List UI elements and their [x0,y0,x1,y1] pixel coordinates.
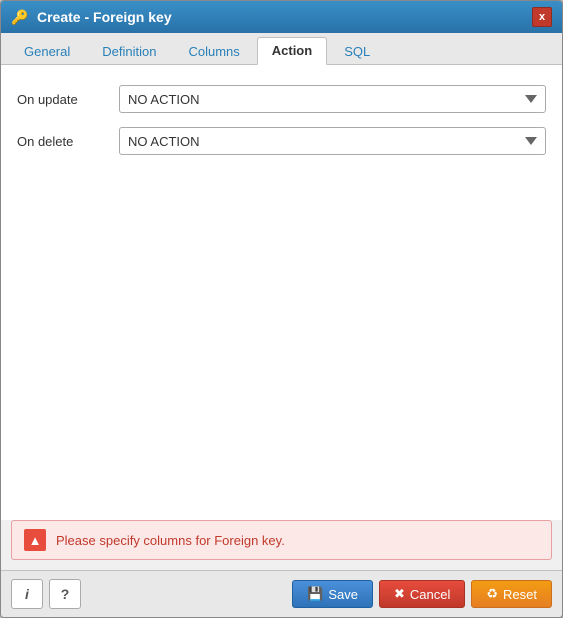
tab-columns[interactable]: Columns [173,38,254,64]
alert-message: Please specify columns for Foreign key. [56,533,285,548]
footer-right: 💾 Save ✖ Cancel ♻ Reset [292,580,552,608]
tab-definition[interactable]: Definition [87,38,171,64]
title-bar-left: 🔑 Create - Foreign key [11,8,172,26]
alert-bar: ▲ Please specify columns for Foreign key… [11,520,552,560]
save-button[interactable]: 💾 Save [292,580,373,608]
key-icon: 🔑 [11,8,29,26]
cancel-label: Cancel [410,587,450,602]
tab-sql[interactable]: SQL [329,38,385,64]
on-update-label: On update [17,92,107,107]
reset-label: Reset [503,587,537,602]
reset-icon: ♻ [486,586,498,602]
on-delete-select[interactable]: NO ACTION RESTRICT CASCADE SET NULL SET … [119,127,546,155]
help-button[interactable]: ? [49,579,81,609]
cancel-button[interactable]: ✖ Cancel [379,580,465,608]
cancel-icon: ✖ [394,586,405,602]
reset-button[interactable]: ♻ Reset [471,580,552,608]
close-button[interactable]: x [532,7,552,27]
on-update-row: On update NO ACTION RESTRICT CASCADE SET… [17,85,546,113]
tab-action[interactable]: Action [257,37,327,65]
on-delete-row: On delete NO ACTION RESTRICT CASCADE SET… [17,127,546,155]
footer-left: i ? [11,579,81,609]
footer: i ? 💾 Save ✖ Cancel ♻ Reset [1,570,562,617]
dialog-window: 🔑 Create - Foreign key x General Definit… [0,0,563,618]
save-label: Save [328,587,358,602]
info-button[interactable]: i [11,579,43,609]
window-title: Create - Foreign key [37,9,172,25]
tabs-bar: General Definition Columns Action SQL [1,33,562,65]
alert-icon: ▲ [24,529,46,551]
save-icon: 💾 [307,586,323,602]
content-area: On update NO ACTION RESTRICT CASCADE SET… [1,65,562,520]
on-delete-label: On delete [17,134,107,149]
tab-general[interactable]: General [9,38,85,64]
on-update-select[interactable]: NO ACTION RESTRICT CASCADE SET NULL SET … [119,85,546,113]
title-bar: 🔑 Create - Foreign key x [1,1,562,33]
